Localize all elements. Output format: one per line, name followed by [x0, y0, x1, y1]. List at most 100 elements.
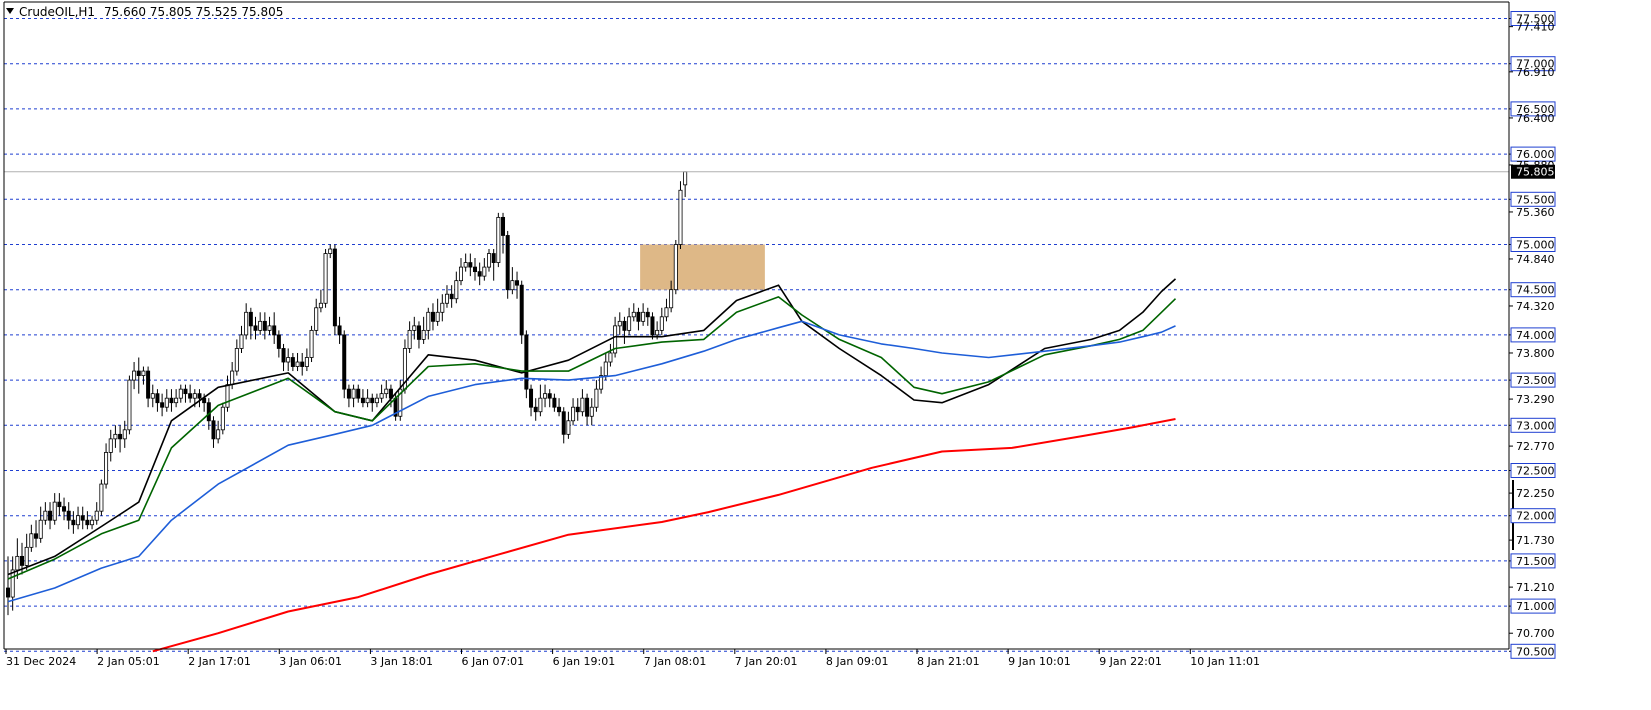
candle — [673, 239, 678, 295]
candle-body-bull — [99, 483, 104, 512]
y-tick-label: 71.000 — [1516, 600, 1555, 613]
candle-body-bear — [188, 393, 193, 399]
candle-body-bull — [267, 325, 272, 331]
supply-demand-zone — [640, 244, 765, 290]
candle-body-bear — [71, 519, 76, 526]
candle-body-bull — [15, 555, 20, 571]
y-tick-label: 75.500 — [1516, 193, 1555, 206]
candle-body-bear — [557, 406, 562, 413]
candle-body-bull — [10, 569, 15, 598]
y-tick-label: 73.000 — [1516, 419, 1555, 432]
candle-body-bull — [678, 189, 683, 245]
candle-body-bull — [631, 311, 636, 318]
candle-body-bull — [127, 379, 132, 431]
candle-body-bull — [673, 244, 678, 291]
candle-body-bull — [220, 406, 225, 431]
candle-body-bull — [664, 307, 669, 318]
current-price-tag-label: 75.805 — [1516, 166, 1555, 179]
candle-body-bear — [370, 397, 375, 404]
candle-body-bear — [416, 325, 421, 340]
y-tick-label: 73.500 — [1516, 374, 1555, 387]
candle-body-bear — [650, 316, 655, 336]
y-tick-label: 72.500 — [1516, 465, 1555, 478]
candle-body-bear — [575, 406, 580, 413]
y-tick-label: 77.410 — [1516, 21, 1555, 34]
candle-body-bull — [374, 397, 379, 404]
x-tick-label: 8 Jan 09:01 — [826, 655, 889, 668]
candle — [323, 249, 328, 308]
candle-body-bear — [585, 397, 590, 417]
candle-body-bull — [295, 361, 300, 367]
candle-body-bear — [6, 587, 11, 598]
candle-body-bull — [384, 388, 389, 395]
candle-body-bear — [80, 515, 85, 521]
candle-body-bull — [230, 370, 235, 386]
candle-body-bear — [552, 397, 557, 408]
candle-body-bear — [622, 320, 627, 331]
candle-body-bull — [174, 397, 179, 404]
y-tick-label: 74.840 — [1516, 253, 1555, 266]
candle-body-bull — [543, 393, 548, 399]
candle-body-bull — [318, 302, 323, 309]
candle-body-bear — [206, 402, 211, 422]
candle-body-bull — [323, 253, 328, 304]
candle-body-bull — [164, 397, 169, 408]
x-tick-label: 2 Jan 05:01 — [97, 655, 160, 668]
candle-body-bear — [262, 320, 267, 331]
candle-body-bear — [85, 519, 90, 526]
candle — [127, 375, 132, 435]
candle-body-bull — [150, 393, 155, 399]
x-tick-label: 6 Jan 07:01 — [462, 655, 525, 668]
candle-body-bull — [314, 307, 319, 331]
candle-body-bull — [351, 388, 356, 399]
candle-body-bull — [122, 429, 127, 440]
candle-body-bear — [160, 402, 165, 408]
candle-body-bull — [594, 388, 599, 408]
candle-body-bull — [603, 361, 608, 376]
candle-body-bull — [454, 280, 459, 300]
candle-body-bull — [683, 171, 688, 186]
candle-body-bull — [669, 289, 674, 309]
candle-body-bull — [589, 406, 594, 417]
candle — [220, 402, 225, 435]
candle-body-bull — [440, 302, 445, 313]
candle-body-bull — [538, 397, 543, 413]
x-tick-label: 3 Jan 06:01 — [279, 655, 342, 668]
candle-body-bear — [491, 253, 496, 263]
candle-body-bear — [468, 262, 473, 268]
candle-body-bull — [659, 316, 664, 331]
candle-body-bull — [29, 533, 34, 548]
candle-body-bear — [561, 411, 566, 435]
candle — [99, 479, 104, 516]
y-tick-label: 70.500 — [1516, 645, 1555, 658]
candle-body-bull — [496, 216, 501, 263]
candle-body-bear — [337, 325, 342, 336]
candle-body-bull — [141, 370, 146, 376]
candle-body-bull — [52, 501, 57, 521]
candle-body-bear — [290, 357, 295, 367]
candle-body-bear — [529, 388, 534, 408]
candle-body-bear — [253, 325, 258, 331]
candle-body-bull — [104, 452, 109, 485]
candle-body-bull — [571, 406, 576, 422]
candle — [505, 230, 510, 299]
candle-body-bear — [34, 533, 39, 539]
candle-body-bull — [566, 420, 571, 435]
candle-body-bull — [178, 388, 183, 399]
candle-body-bull — [641, 311, 646, 322]
candle-body-bull — [444, 293, 449, 304]
y-tick-label: 71.210 — [1516, 581, 1555, 594]
y-tick-label: 74.000 — [1516, 329, 1555, 342]
candle-body-bear — [472, 266, 477, 273]
candle-body-bull — [216, 429, 221, 440]
x-tick-label: 31 Dec 2024 — [6, 655, 76, 668]
candle-body-bull — [24, 546, 29, 566]
candle — [496, 212, 501, 268]
candle-body-bull — [328, 248, 333, 254]
current-price-tag: 75.805 — [1511, 164, 1555, 179]
candle-body-bull — [234, 348, 239, 372]
candle-body-bear — [501, 216, 506, 236]
y-tick-label: 73.800 — [1516, 347, 1555, 360]
candle-body-bull — [421, 329, 426, 340]
x-tick-label: 9 Jan 10:01 — [1008, 655, 1071, 668]
